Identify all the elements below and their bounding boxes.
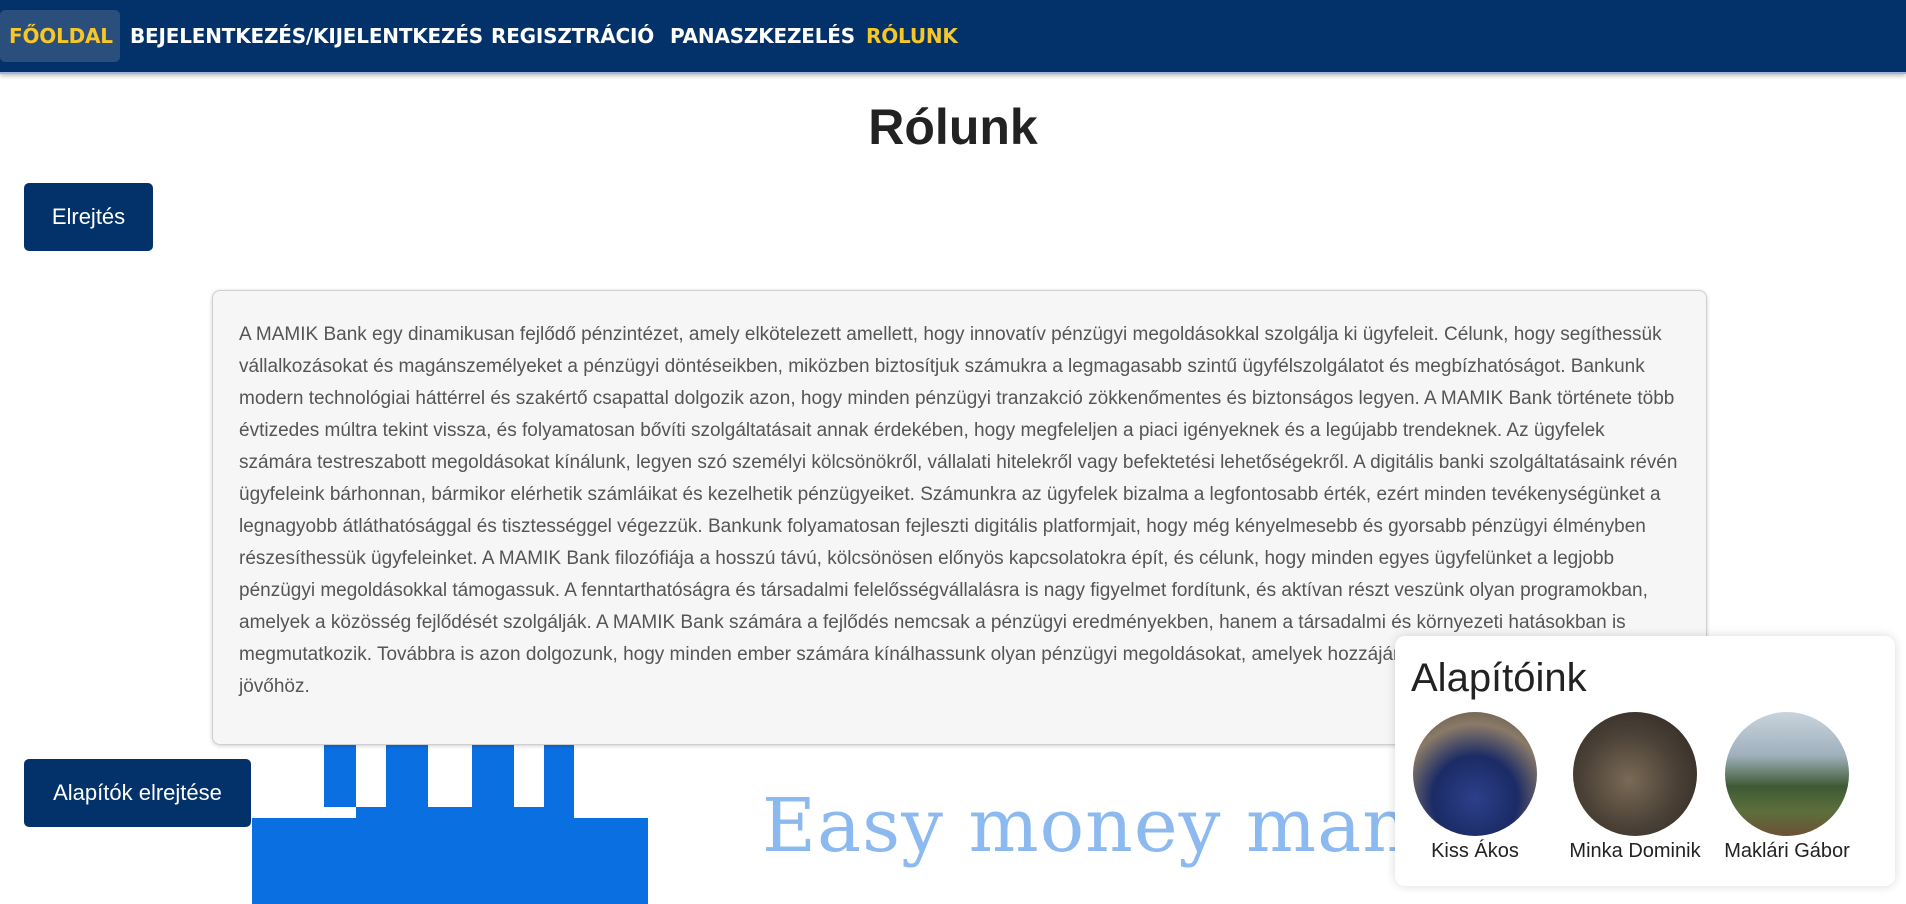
avatar [1725, 712, 1849, 836]
avatar [1413, 712, 1537, 836]
founder-name: Kiss Ákos [1431, 840, 1519, 862]
founder-name: Minka Dominik [1569, 840, 1701, 862]
nav-item-login-logout[interactable]: BEJELENTKEZÉS/KIJELENTKEZÉS [130, 10, 483, 62]
founders-panel: Alapítóink Kiss Ákos Minka Dominik Maklá… [1395, 636, 1895, 886]
founders-title: Alapítóink [1411, 656, 1587, 700]
hide-founders-button[interactable]: Alapítók elrejtése [24, 759, 251, 827]
founder-card: Maklári Gábor [1707, 712, 1867, 863]
top-navbar: FŐOLDAL BEJELENTKEZÉS/KIJELENTKEZÉS REGI… [0, 0, 1906, 74]
founder-card: Minka Dominik [1555, 712, 1715, 863]
nav-item-registration[interactable]: REGISZTRÁCIÓ [491, 10, 654, 62]
hide-button[interactable]: Elrejtés [24, 183, 153, 251]
nav-item-complaints[interactable]: PANASZKEZELÉS [670, 10, 855, 62]
avatar [1573, 712, 1697, 836]
slogan-text: Easy money mana [762, 783, 1457, 869]
founder-name: Maklári Gábor [1724, 840, 1850, 862]
bank-logo-icon [252, 745, 648, 904]
founder-card: Kiss Ákos [1395, 712, 1555, 863]
nav-item-about-us[interactable]: RÓLUNK [866, 10, 958, 62]
nav-item-home[interactable]: FŐOLDAL [0, 10, 120, 62]
page-title: Rólunk [868, 99, 1038, 155]
